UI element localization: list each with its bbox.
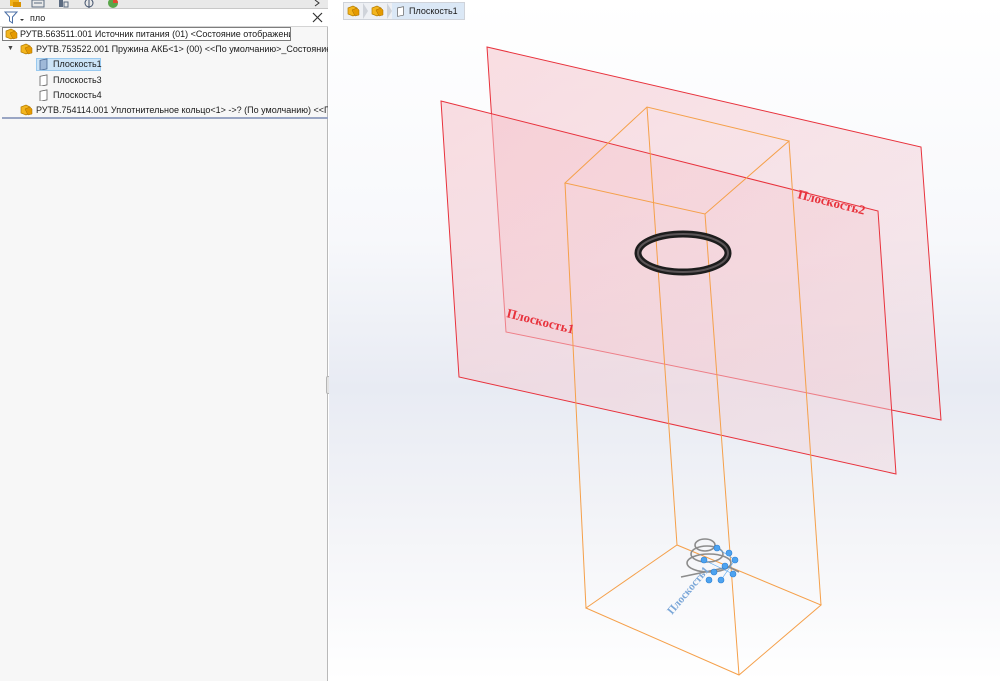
graphics-area[interactable]: Плоскость2 Плоскость1 Плоскость1 Плоскос… [329,0,1000,681]
tree-item-label: Плоскость3 [53,75,102,85]
plane-icon [397,6,404,17]
panel-tabs [0,0,328,9]
part-icon [20,43,33,55]
part-icon [20,104,33,116]
close-icon[interactable] [312,12,323,23]
feature-manager-panel: РУТВ.563511.001 Источник питания (01) <С… [0,0,328,681]
model-scene: Плоскость2 Плоскость1 Плоскость1 [440,46,942,676]
tree-item-plane-3[interactable]: Плоскость3 [36,73,236,87]
tree-item-ring[interactable]: РУТВ.754114.001 Уплотнительное кольцо<1>… [0,103,328,117]
property-icon [31,0,45,8]
filter-input[interactable] [30,12,300,24]
tree-root-assembly[interactable]: РУТВ.563511.001 Источник питания (01) <С… [2,27,291,41]
tree-item-label: Плоскость1 [53,59,102,69]
tree-item-plane-4[interactable]: Плоскость4 [36,88,236,102]
plane-icon [39,58,48,70]
tree-item-label: Плоскость4 [53,90,102,100]
tree-item-label: РУТВ.753522.001 Пружина АКБ<1> (00) <<По… [36,44,328,54]
chevron-right-icon [314,0,320,7]
tree-root-label: РУТВ.563511.001 Источник питания (01) <С… [20,29,291,39]
dimxpert-icon [84,0,94,8]
expand-arrow-icon[interactable]: ▼ [7,45,15,53]
appearance-icon [108,0,118,8]
config-icon [59,0,69,8]
plane-icon [39,74,48,86]
breadcrumb-plane[interactable]: Плоскость1 [392,3,464,19]
spring-plane-label: Плоскость1 [665,564,712,616]
part-icon [371,5,384,17]
tab-feature-tree[interactable] [6,0,26,8]
filter-bar [0,9,328,27]
tab-display-manager[interactable] [103,0,123,8]
tab-property-manager[interactable] [28,0,48,8]
tree-item-label: РУТВ.754114.001 Уплотнительное кольцо<1>… [36,105,328,115]
assembly-icon [5,28,18,40]
breadcrumb: Плоскость1 [343,2,465,20]
filter-icon[interactable] [4,11,26,25]
breadcrumb-part[interactable] [368,3,387,19]
rollback-bar[interactable] [2,117,328,119]
tabs-scroll-right[interactable] [310,0,330,8]
breadcrumb-plane-label: Плоскость1 [406,3,464,19]
tab-configuration-manager[interactable] [54,0,74,8]
tab-dimxpert[interactable] [79,0,99,8]
assembly-icon [347,5,360,17]
assembly-icon [10,0,21,7]
breadcrumb-assembly[interactable] [344,3,363,19]
tree-item-spring[interactable]: ▼ РУТВ.753522.001 Пружина АКБ<1> (00) <<… [0,42,328,56]
plane-icon [39,89,48,101]
